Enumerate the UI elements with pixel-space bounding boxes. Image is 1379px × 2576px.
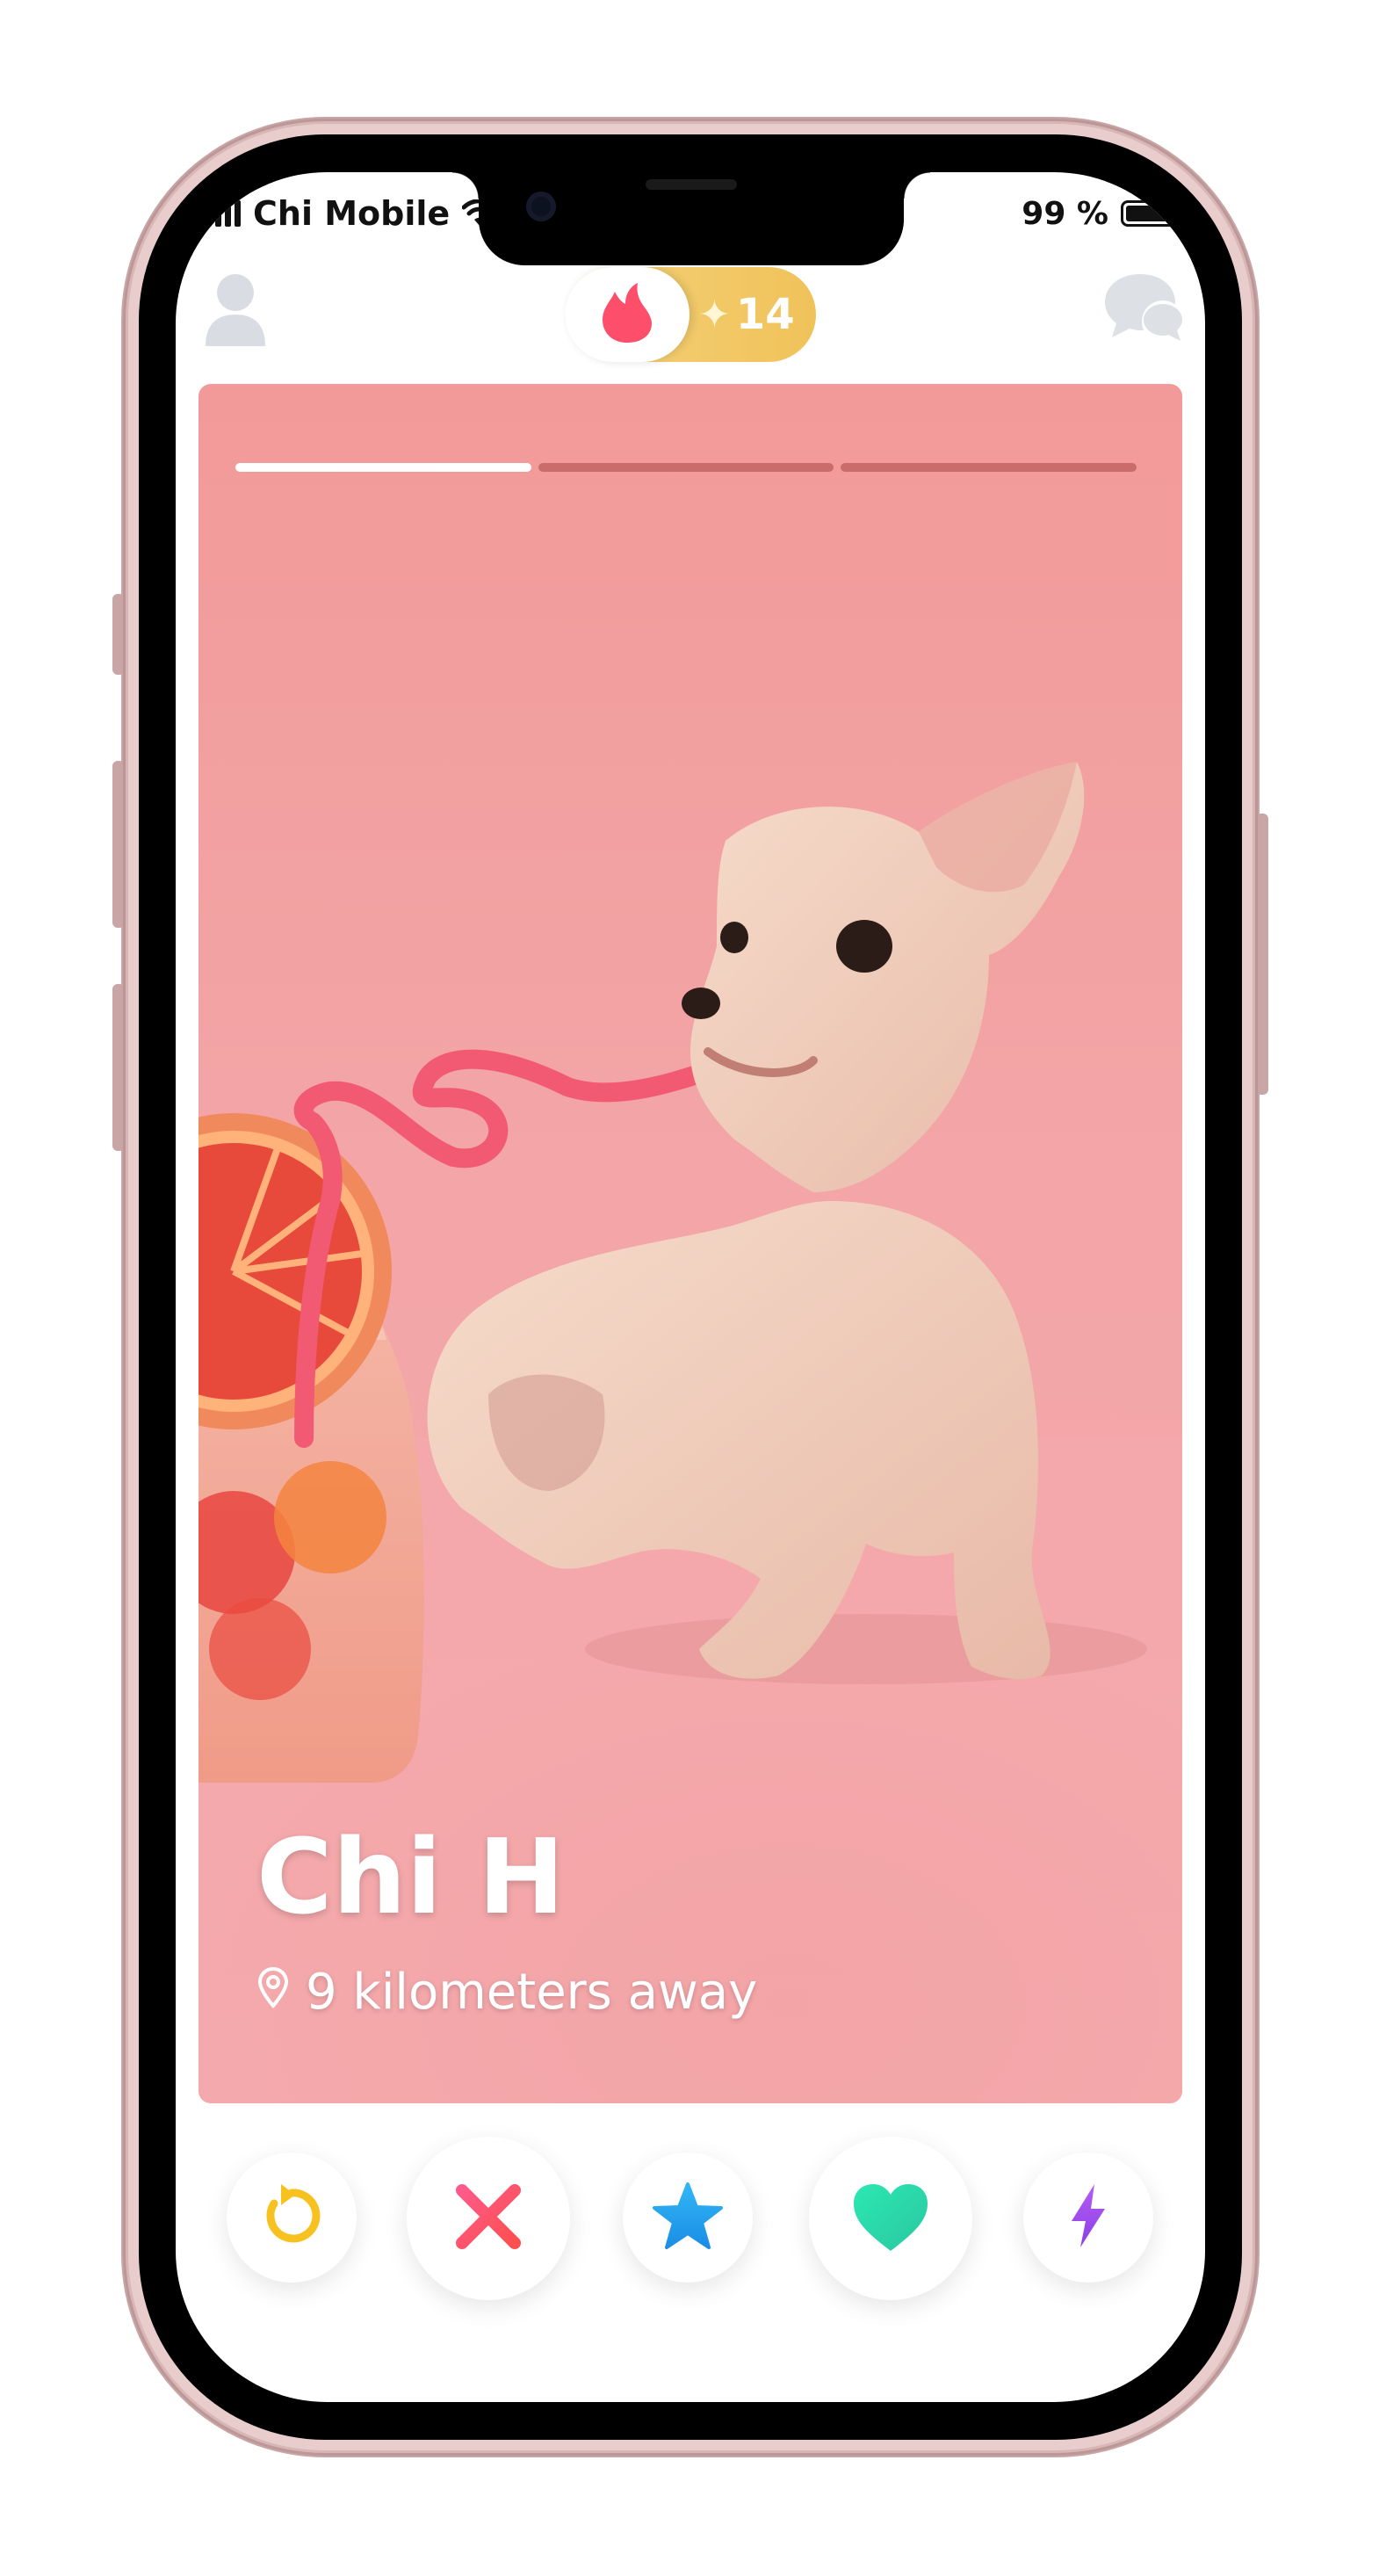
- progress-segment[interactable]: [235, 463, 531, 472]
- battery-icon: [1121, 200, 1182, 227]
- boost-indicator: ✦ 14: [698, 267, 795, 362]
- speaker-grille: [646, 179, 737, 190]
- heart-icon: [850, 2181, 931, 2256]
- x-icon: [453, 2182, 523, 2255]
- camera-icon: [526, 192, 556, 221]
- star-icon: [651, 2181, 725, 2254]
- location-pin-icon: [256, 1964, 290, 2021]
- carrier-name: Chi Mobile: [253, 194, 451, 233]
- progress-segment[interactable]: [538, 463, 834, 472]
- like-button[interactable]: [809, 2137, 972, 2300]
- chat-bubbles-icon[interactable]: [1101, 269, 1189, 348]
- notch: [452, 172, 930, 265]
- battery-percent: 99 %: [1022, 195, 1108, 232]
- logo-button[interactable]: [565, 267, 690, 362]
- boost-button[interactable]: [1023, 2153, 1153, 2283]
- profile-name: Chi H: [256, 1816, 565, 1937]
- rewind-icon: [258, 2182, 325, 2253]
- sparkle-icon: ✦: [698, 292, 731, 337]
- photo-progress: [235, 463, 1137, 472]
- brand-boost-pill[interactable]: ✦ 14: [565, 267, 816, 362]
- profile-distance: 9 kilometers away: [256, 1961, 757, 2022]
- boost-count: 14: [735, 290, 795, 339]
- signal-icon: [206, 200, 241, 227]
- phone-screen: Chi Mobile 99 % ✦ 14 Chi H 9 kilometers …: [176, 172, 1205, 2402]
- lightning-icon: [1066, 2182, 1110, 2253]
- battery-level: [1126, 206, 1172, 221]
- progress-segment[interactable]: [841, 463, 1137, 472]
- profile-card[interactable]: Chi H 9 kilometers away: [199, 384, 1182, 2103]
- flame-icon: [599, 281, 655, 348]
- status-bar-right: 99 %: [1022, 192, 1182, 235]
- rewind-button[interactable]: [227, 2153, 357, 2283]
- super-like-button[interactable]: [623, 2153, 753, 2283]
- distance-text: 9 kilometers away: [306, 1963, 758, 2021]
- person-icon[interactable]: [202, 269, 269, 348]
- power-button: [1256, 814, 1268, 1095]
- nope-button[interactable]: [407, 2137, 570, 2300]
